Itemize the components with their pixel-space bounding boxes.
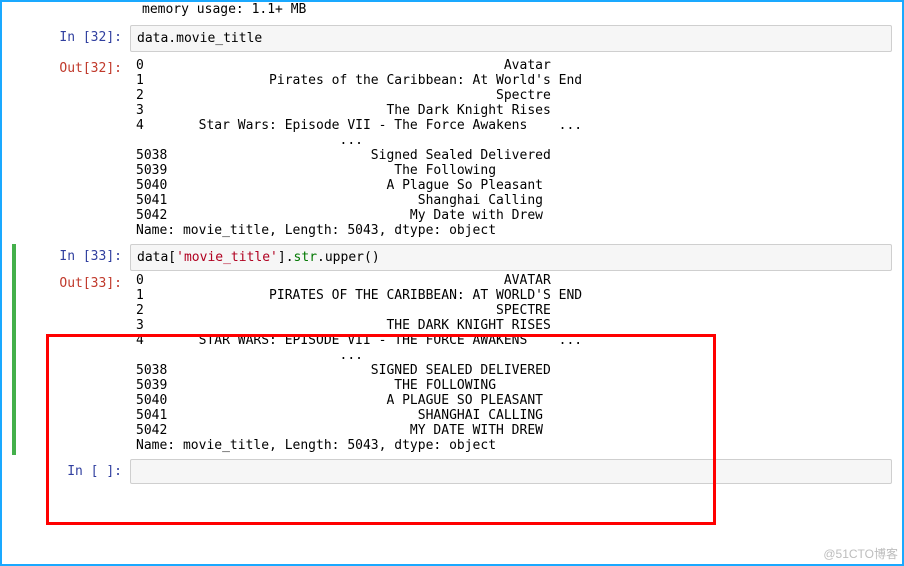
- in-prompt-empty: In [ ]:: [12, 459, 130, 484]
- cell-33: In [33]: data['movie_title'].str.upper()…: [12, 244, 892, 455]
- notebook-viewport: memory usage: 1.1+ MB In [32]: data.movi…: [0, 0, 904, 566]
- code-input-33[interactable]: data['movie_title'].str.upper(): [130, 244, 892, 271]
- cell-32: In [32]: data.movie_title Out[32]: 0 Ava…: [12, 25, 892, 240]
- in-prompt-32: In [32]:: [12, 25, 130, 52]
- out-prompt-32: Out[32]:: [12, 56, 130, 240]
- in-prompt-33: In [33]:: [20, 244, 130, 271]
- watermark: @51CTO博客: [823, 545, 898, 562]
- output-32: 0 Avatar 1 Pirates of the Caribbean: At …: [130, 56, 892, 240]
- selection-indicator: [12, 244, 20, 455]
- code-input-32[interactable]: data.movie_title: [130, 25, 892, 52]
- cell-empty: In [ ]:: [12, 459, 892, 484]
- code-input-empty[interactable]: [130, 459, 892, 484]
- memory-usage-line: memory usage: 1.1+ MB: [12, 2, 892, 17]
- output-33: 0 AVATAR 1 PIRATES OF THE CARIBBEAN: AT …: [130, 271, 892, 455]
- out-prompt-33: Out[33]:: [20, 271, 130, 455]
